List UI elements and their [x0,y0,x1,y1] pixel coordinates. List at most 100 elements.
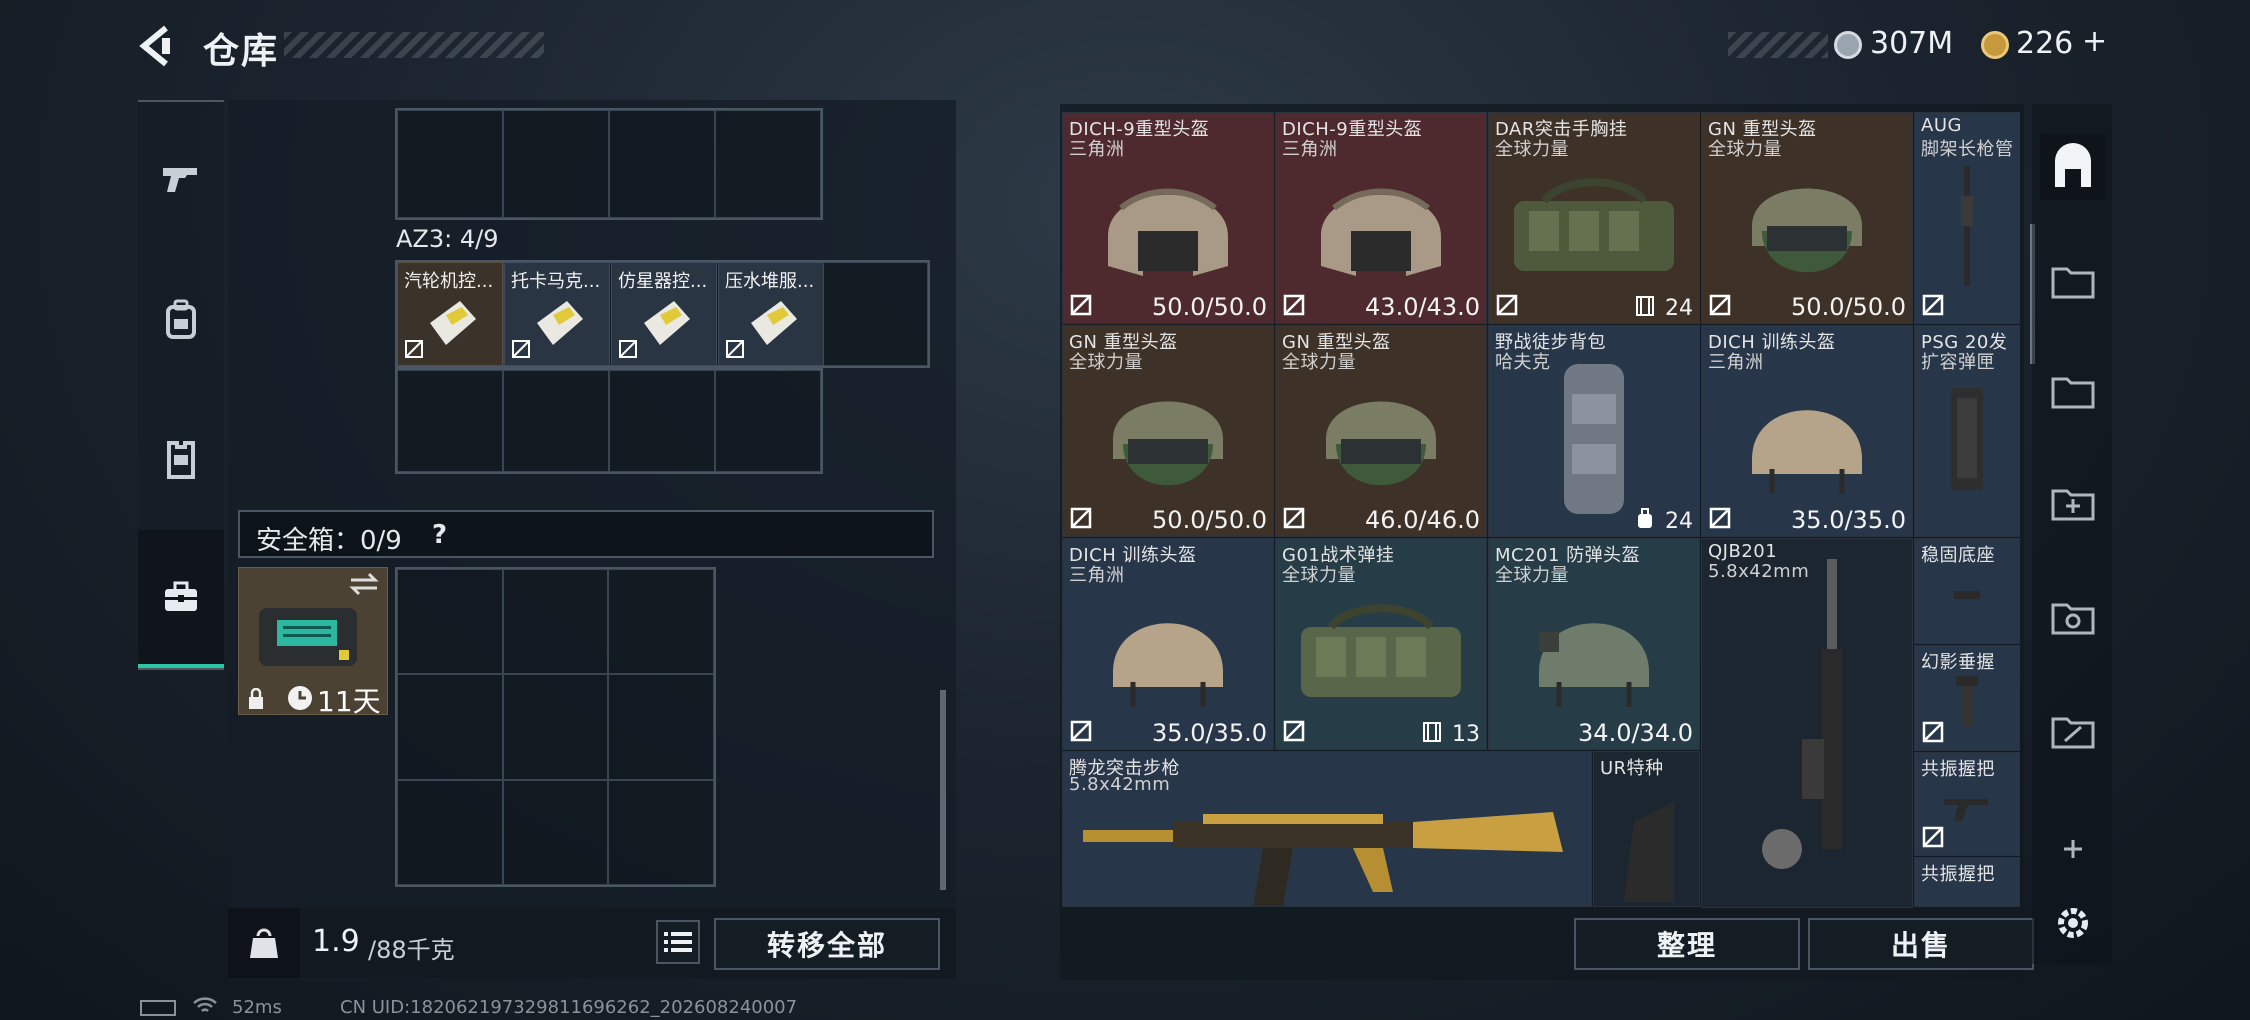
gear-icon [2053,903,2093,943]
item-name: 压水堆服... [725,271,815,292]
inventory-item[interactable]: MC201 防弹头盔 全球力量 34.0/34.0 [1488,538,1700,750]
inventory-item[interactable]: GN 重型头盔 全球力量 50.0/50.0 [1062,325,1274,537]
inventory-item[interactable]: 腾龙突击步枪 5.8x42mm [1062,751,1592,907]
grid-slot[interactable] [503,110,609,218]
grid-slot[interactable] [609,110,715,218]
item-durability: 50.0/50.0 [1152,293,1267,321]
inventory-item[interactable]: DICH-9重型头盔 三角洲 50.0/50.0 [1062,112,1274,324]
briefcase-icon [163,581,199,613]
barrel-icon [1957,166,1977,287]
helmet-icon [1732,156,1882,296]
az3-item[interactable]: 托卡马克... [504,262,610,366]
grid-slot[interactable] [502,779,609,885]
inventory-item[interactable]: 共振握把 [1914,752,2020,856]
grid-slot[interactable] [715,370,821,472]
nav-weapons[interactable] [138,110,224,248]
inventory-item[interactable]: DICH 训练头盔 三角洲 35.0/35.0 [1701,325,1913,537]
inventory-item[interactable]: AUG 脚架长枪管 [1914,112,2020,324]
tab-main-storage[interactable] [2040,134,2106,200]
inventory-item[interactable]: DAR突击手胸挂 全球力量 24 [1488,112,1700,324]
tab-storage-3[interactable] [2040,358,2106,424]
item-name: 仿星器控... [618,271,708,292]
medical-folder-icon [2051,485,2095,521]
grid-slot[interactable] [503,370,609,472]
inventory-item[interactable]: PSG 20发 扩容弹匣 [1914,325,2020,537]
tab-storage-4[interactable] [2040,470,2106,536]
grid-slot[interactable] [397,110,503,218]
grid-slot[interactable] [397,569,503,675]
grid-slot[interactable] [608,674,714,780]
inventory-item[interactable]: QJB201 5.8x42mm [1701,538,1913,908]
grid-slot[interactable] [397,370,503,472]
tab-storage-6[interactable] [2040,698,2106,764]
inventory-item[interactable]: GN 重型头盔 全球力量 46.0/46.0 [1275,325,1487,537]
az3-item[interactable]: 压水堆服... [718,262,824,366]
inventory-item[interactable]: DICH-9重型头盔 三角洲 43.0/43.0 [1275,112,1487,324]
item-subtitle: 扩容弹匣 [1921,352,1995,373]
safe-case-icon [253,592,363,672]
inventory-item[interactable]: DICH 训练头盔 三角洲 35.0/35.0 [1062,538,1274,750]
chest-rig-grid [395,108,823,220]
swap-icon[interactable] [349,572,379,596]
inventory-item[interactable]: UR特种 [1593,751,1700,907]
add-storage-button[interactable] [2040,816,2106,882]
no-trade-icon [1708,293,1732,317]
safe-timer: 11天 [317,685,381,718]
inventory-item[interactable]: 野战徒步背包 哈夫克 24 [1488,325,1700,537]
no-trade-icon [618,339,638,359]
helmet-icon [1093,587,1243,717]
inventory-item[interactable]: G01战术弹挂 全球力量 13 [1275,538,1487,750]
grid-slot[interactable] [397,674,503,780]
back-icon[interactable] [136,24,180,68]
title-stripe-decoration [284,32,544,58]
inventory-item[interactable]: 共振握把 [1914,857,2020,907]
nav-vest[interactable] [138,390,224,528]
inventory-item[interactable]: 幻影垂握 [1914,645,2020,751]
safe-case-item[interactable]: 11天 [238,567,388,718]
helmet-icon [1306,369,1456,509]
no-trade-icon [1282,293,1306,317]
plus-icon [2062,838,2084,860]
grid-slot[interactable] [608,779,714,885]
grid-slot[interactable] [609,370,715,472]
item-faction: 全球力量 [1282,565,1356,586]
sell-button[interactable]: 出售 [1808,918,2034,970]
backpack-grid [395,368,823,474]
weight-icon [228,908,300,978]
grid-slot[interactable] [397,779,503,885]
item-name: 幻影垂握 [1921,652,1995,673]
az3-item[interactable]: 汽轮机控... [397,262,503,366]
grip-icon [1942,793,1992,823]
item-durability: 43.0/43.0 [1365,293,1480,321]
nav-safebox[interactable] [138,530,224,668]
helmet-icon [1093,369,1243,509]
chest-rig-icon [1291,597,1471,707]
vertical-grip-icon [1952,672,1982,732]
item-durability: 34.0/34.0 [1578,719,1693,747]
grid-slot[interactable] [608,569,714,675]
sort-button[interactable]: 整理 [1574,918,1800,970]
inventory-item[interactable]: 稳固底座 [1914,538,2020,644]
tab-storage-5[interactable] [2040,584,2106,650]
list-icon [664,931,692,953]
item-faction: 全球力量 [1495,565,1569,586]
grid-slot[interactable] [502,674,609,780]
transfer-all-button[interactable]: 转移全部 [714,918,940,970]
item-name: AUG [1921,115,1962,136]
grid-slot[interactable] [502,569,609,675]
az3-item[interactable]: 仿星器控... [611,262,717,366]
grid-slot[interactable] [821,262,928,366]
left-scrollbar[interactable] [940,690,946,890]
no-trade-icon [1069,293,1093,317]
settings-button[interactable] [2040,890,2106,956]
capacity-icon [1635,295,1655,317]
lock-icon [247,688,265,710]
help-icon[interactable]: ? [432,520,447,550]
inventory-item[interactable]: GN 重型头盔 全球力量 50.0/50.0 [1701,112,1913,324]
add-currency-button[interactable]: + [2082,24,2107,59]
nav-backpack[interactable] [138,250,224,388]
list-view-button[interactable] [656,920,700,964]
tab-storage-2[interactable] [2040,248,2106,314]
currency-stripe-decoration [1728,32,1828,58]
grid-slot[interactable] [715,110,821,218]
